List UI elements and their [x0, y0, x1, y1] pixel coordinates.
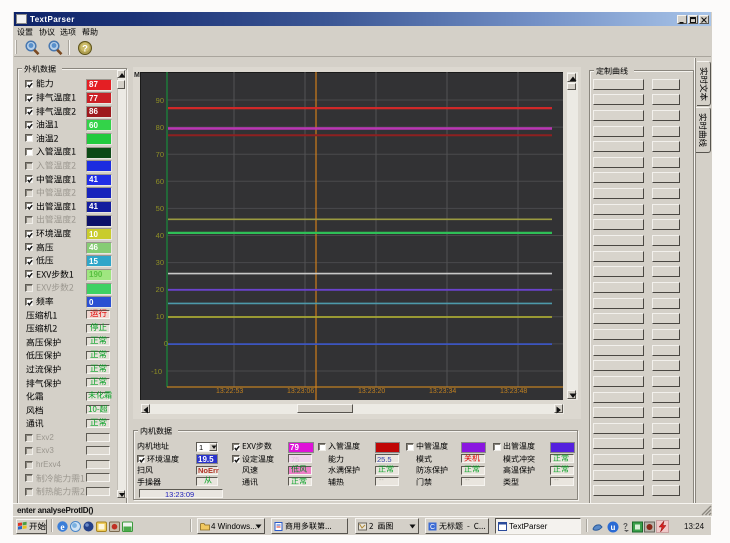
svg-text:e: e [60, 523, 64, 532]
svg-text:u: u [611, 523, 616, 532]
svg-text:?: ? [623, 522, 628, 531]
svg-text:?: ? [82, 44, 88, 55]
svg-text:C: C [430, 524, 435, 531]
